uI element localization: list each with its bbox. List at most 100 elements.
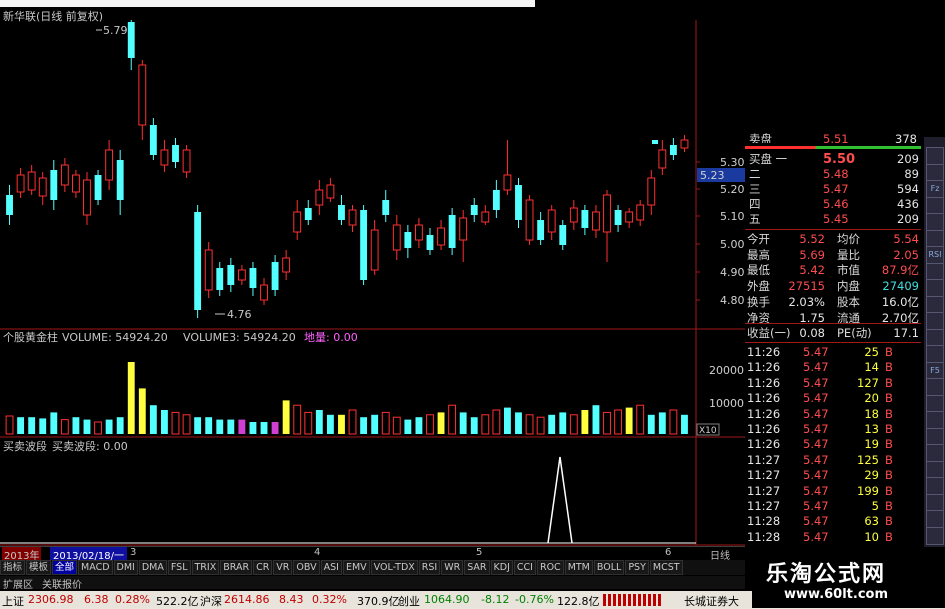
volume-bar — [304, 411, 313, 435]
toolbar-button[interactable] — [926, 262, 944, 281]
toolbar-button[interactable] — [926, 477, 944, 495]
tab-indicator-2[interactable]: 全部 — [52, 560, 78, 575]
tab-indicator-0[interactable]: 指标 — [0, 560, 26, 575]
right-toolbar: Fz RSI F5 — [924, 137, 945, 547]
volume-bar — [28, 417, 36, 434]
tab-indicator-7[interactable]: TRIX — [191, 560, 220, 575]
tab-indicator-22[interactable]: BOLL — [593, 560, 625, 575]
price-axis-tick: 5.20 — [720, 183, 745, 196]
volume-bar — [681, 414, 688, 434]
volume-bar — [227, 419, 235, 434]
toolbar-button[interactable] — [926, 460, 944, 479]
bid-row: 三 5.47 594 — [749, 182, 919, 196]
toolbar-button[interactable] — [926, 147, 944, 165]
candle-body — [658, 149, 667, 169]
tick-row: 11:28 5.47 63 B — [747, 514, 893, 529]
quote-panel: 卖盘 5.51 378 买盘 一 5.50 209 二 5.48 89 三 5.… — [745, 132, 921, 545]
tab-indicator-6[interactable]: FSL — [167, 560, 191, 575]
tab-indicator-3[interactable]: MACD — [78, 560, 113, 575]
candle-body — [338, 205, 345, 220]
candle-body — [227, 265, 235, 285]
tab-indicator-24[interactable]: MCST — [649, 560, 683, 575]
tab-extension[interactable]: 扩展区 — [3, 576, 33, 591]
tab-indicator-16[interactable]: WR — [441, 560, 464, 575]
bid-row: 二 5.48 89 — [749, 167, 919, 181]
toolbar-button[interactable] — [926, 213, 944, 231]
bid-row: 五 5.45 209 — [749, 212, 919, 226]
volume-bar — [404, 419, 412, 434]
toolbar-button[interactable] — [926, 295, 944, 314]
tab-indicator-21[interactable]: MTM — [564, 560, 593, 575]
volume-bar — [60, 419, 69, 435]
toolbar-button[interactable] — [926, 394, 944, 413]
candle-body — [669, 145, 677, 155]
volume-bar — [603, 411, 611, 435]
tab-indicator-23[interactable]: PSY — [625, 560, 649, 575]
sh-label: 上证 — [2, 595, 24, 608]
candle-body — [249, 268, 257, 288]
volume-bar — [371, 414, 379, 434]
candle-body — [38, 177, 47, 197]
candle-body — [360, 210, 368, 280]
toolbar-button[interactable] — [926, 196, 944, 215]
broker-name: 长城证券大 — [684, 595, 739, 608]
tab-indicator-14[interactable]: VOL-TDX — [370, 560, 418, 575]
tab-indicator-17[interactable]: SAR — [464, 560, 490, 575]
tab-indicator-15[interactable]: RSI — [418, 560, 441, 575]
toolbar-button[interactable] — [926, 526, 944, 545]
tab-indicator-12[interactable]: ASI — [320, 560, 342, 575]
tab-indicator-1[interactable]: 模板 — [26, 560, 52, 575]
volume-bar — [392, 416, 401, 435]
tab-indicator-9[interactable]: CR — [253, 560, 273, 575]
candle-body — [547, 209, 556, 233]
tab-indicator-11[interactable]: OBV — [293, 560, 320, 575]
toolbar-button[interactable]: F5 — [926, 361, 944, 380]
toolbar-button[interactable] — [926, 345, 944, 363]
stat-row: 今开 5.52 均价 5.54 — [747, 232, 919, 246]
toolbar-button[interactable] — [926, 312, 944, 330]
tab-indicator-5[interactable]: DMA — [138, 560, 167, 575]
subtab-bar: 扩展区 关联报价 — [0, 576, 745, 591]
toolbar-button[interactable] — [926, 411, 944, 429]
tab-indicator-18[interactable]: KDJ — [490, 560, 513, 575]
candle-body — [27, 171, 36, 191]
toolbar-button[interactable] — [926, 493, 944, 512]
tab-indicator-4[interactable]: DMI — [113, 560, 138, 575]
candle-body — [149, 125, 157, 155]
tab-indicator-10[interactable]: VR — [273, 560, 293, 575]
volume-bar — [315, 410, 323, 434]
toolbar-button[interactable] — [926, 163, 944, 182]
bid-row: 四 5.46 436 — [749, 197, 919, 211]
month-5: 5 — [476, 547, 483, 558]
hs-label: 沪深 — [200, 595, 222, 608]
toolbar-button[interactable]: RSI — [926, 246, 944, 264]
chart-canvas[interactable]: 5.79 4.76 5.30 5.20 5.10 5.00 4.90 4.80 … — [0, 0, 745, 546]
sh-index: 2306.98 — [28, 593, 74, 606]
tab-indicator-8[interactable]: BRAR — [220, 560, 253, 575]
hs-pct: 0.32% — [312, 593, 347, 606]
tab-related-quotes[interactable]: 关联报价 — [42, 576, 82, 591]
tab-indicator-20[interactable]: ROC — [536, 560, 564, 575]
candle-body — [83, 179, 91, 216]
volume-tick-20000: 20000 — [709, 364, 744, 377]
cy-label: 创业 — [398, 595, 420, 608]
toolbar-button[interactable] — [926, 444, 944, 462]
stat-row: 最高 5.69 量比 2.05 — [747, 247, 919, 262]
tab-indicator-19[interactable]: CCI — [513, 560, 536, 575]
sh-change: 6.38 — [84, 593, 109, 606]
toolbar-button[interactable]: Fz — [926, 180, 944, 198]
toolbar-button[interactable] — [926, 229, 944, 248]
toolbar-button[interactable] — [926, 378, 944, 396]
tab-indicator-13[interactable]: EMV — [342, 560, 370, 575]
volume-value: VOLUME: 54924.20 — [62, 331, 168, 344]
candle-body — [237, 269, 246, 281]
toolbar-button[interactable] — [926, 328, 944, 347]
volume-bar — [182, 414, 191, 435]
month-3: 3 — [130, 547, 137, 558]
toolbar-button[interactable] — [926, 427, 944, 446]
candle-body — [116, 160, 124, 200]
toolbar-button[interactable] — [926, 510, 944, 528]
dibao-value: 地量: 0.00 — [304, 331, 358, 344]
candle-body — [603, 194, 611, 233]
toolbar-button[interactable] — [926, 279, 944, 297]
